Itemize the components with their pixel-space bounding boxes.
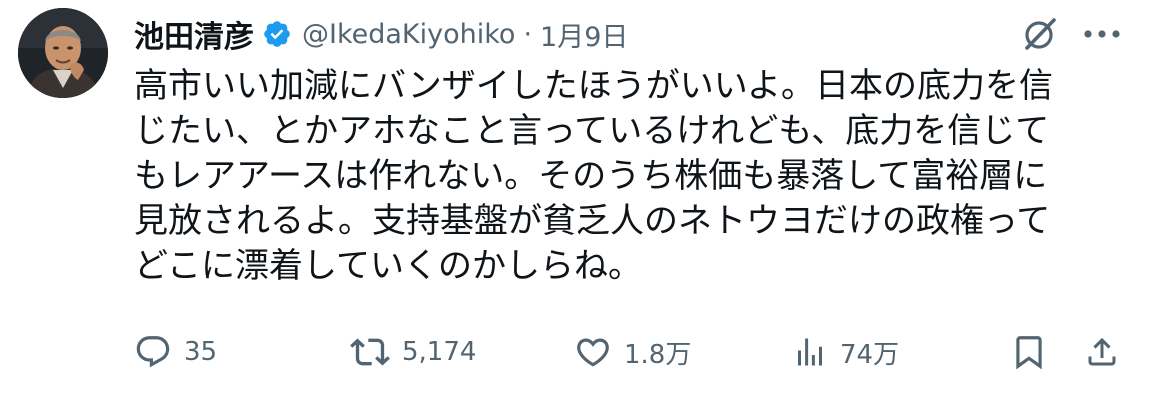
repost-button[interactable]: 5,174 — [350, 330, 476, 374]
tweet-text-line: 見放されるよ。支持基盤が貧乏人のネトウヨだけの政権って — [134, 201, 1051, 241]
reply-button[interactable]: 35 — [134, 330, 217, 374]
avatar-image — [18, 8, 108, 98]
like-button[interactable]: 1.8万 — [574, 330, 691, 374]
tweet-text-line: もレアアースは作れない。そのうち株価も暴落して富裕層に — [134, 156, 1048, 196]
share-button[interactable] — [1084, 330, 1120, 374]
reply-count: 35 — [184, 337, 218, 367]
separator-dot: · — [523, 18, 533, 50]
author-name[interactable]: 池田清彦 — [134, 12, 254, 56]
like-count: 1.8万 — [624, 339, 692, 370]
tweet-text: 高市いい加減にバンザイしたほうがいいよ。日本の底力を信 じたい、とかアホなこと言… — [134, 64, 1124, 289]
share-icon — [1084, 334, 1120, 370]
bookmark-button[interactable] — [1010, 330, 1048, 374]
grok-icon[interactable] — [1020, 14, 1060, 54]
tweet-text-line: 高市いい加減にバンザイしたほうがいいよ。日本の底力を信 — [134, 66, 1054, 106]
repost-icon — [350, 332, 390, 372]
verified-badge-icon — [262, 19, 292, 49]
repost-count: 5,174 — [402, 337, 477, 367]
tweet-header: 池田清彦 @IkedaKiyohiko · 1月9日 — [134, 12, 628, 56]
more-icon[interactable] — [1080, 14, 1124, 54]
views-icon — [792, 334, 828, 370]
tweet-date[interactable]: 1月9日 — [540, 15, 628, 54]
bookmark-icon — [1010, 333, 1048, 371]
views-button[interactable]: 74万 — [792, 330, 899, 374]
tweet-text-line: じたい、とかアホなこと言っているけれども、底力を信じて — [134, 111, 1050, 151]
avatar[interactable] — [18, 8, 108, 98]
author-handle[interactable]: @IkedaKiyohiko — [302, 19, 515, 50]
reply-icon — [134, 333, 172, 371]
tweet-text-line: どこに漂着していくのかしらね。 — [134, 246, 642, 286]
views-count: 74万 — [840, 339, 900, 370]
like-icon — [574, 333, 612, 371]
